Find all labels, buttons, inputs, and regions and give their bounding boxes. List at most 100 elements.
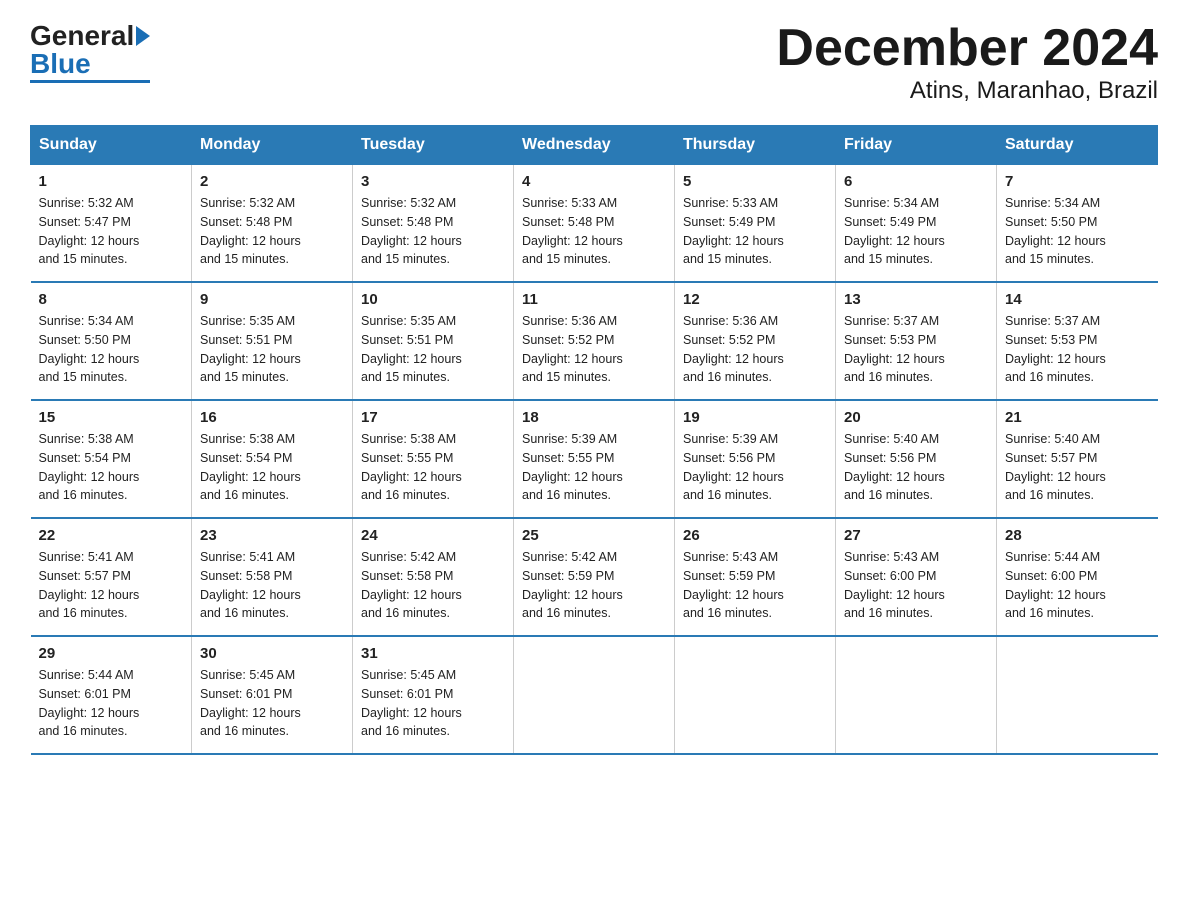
day-info: Sunrise: 5:40 AMSunset: 5:56 PMDaylight:…	[844, 432, 945, 502]
day-number: 31	[361, 645, 505, 662]
day-info: Sunrise: 5:38 AMSunset: 5:54 PMDaylight:…	[39, 432, 140, 502]
logo-arrow-icon	[136, 26, 150, 46]
calendar-table: SundayMondayTuesdayWednesdayThursdayFrid…	[30, 125, 1158, 755]
day-number: 2	[200, 173, 344, 190]
calendar-cell: 12 Sunrise: 5:36 AMSunset: 5:52 PMDaylig…	[675, 282, 836, 400]
day-number: 5	[683, 173, 827, 190]
day-info: Sunrise: 5:36 AMSunset: 5:52 PMDaylight:…	[683, 314, 784, 384]
column-header-sunday: Sunday	[31, 126, 192, 165]
day-info: Sunrise: 5:41 AMSunset: 5:58 PMDaylight:…	[200, 550, 301, 620]
day-number: 8	[39, 291, 184, 308]
calendar-cell: 22 Sunrise: 5:41 AMSunset: 5:57 PMDaylig…	[31, 518, 192, 636]
column-header-friday: Friday	[836, 126, 997, 165]
calendar-title: December 2024	[776, 20, 1158, 77]
calendar-cell: 18 Sunrise: 5:39 AMSunset: 5:55 PMDaylig…	[514, 400, 675, 518]
day-number: 27	[844, 527, 988, 544]
calendar-cell: 4 Sunrise: 5:33 AMSunset: 5:48 PMDayligh…	[514, 165, 675, 283]
calendar-cell: 1 Sunrise: 5:32 AMSunset: 5:47 PMDayligh…	[31, 165, 192, 283]
day-number: 3	[361, 173, 505, 190]
calendar-week-row: 8 Sunrise: 5:34 AMSunset: 5:50 PMDayligh…	[31, 282, 1158, 400]
column-header-tuesday: Tuesday	[353, 126, 514, 165]
day-info: Sunrise: 5:42 AMSunset: 5:59 PMDaylight:…	[522, 550, 623, 620]
day-info: Sunrise: 5:43 AMSunset: 6:00 PMDaylight:…	[844, 550, 945, 620]
calendar-subtitle: Atins, Maranhao, Brazil	[776, 77, 1158, 105]
calendar-cell: 7 Sunrise: 5:34 AMSunset: 5:50 PMDayligh…	[997, 165, 1158, 283]
calendar-cell: 29 Sunrise: 5:44 AMSunset: 6:01 PMDaylig…	[31, 636, 192, 754]
day-number: 16	[200, 409, 344, 426]
day-number: 14	[1005, 291, 1150, 308]
day-info: Sunrise: 5:42 AMSunset: 5:58 PMDaylight:…	[361, 550, 462, 620]
day-number: 1	[39, 173, 184, 190]
day-info: Sunrise: 5:33 AMSunset: 5:48 PMDaylight:…	[522, 196, 623, 266]
day-number: 15	[39, 409, 184, 426]
calendar-cell: 13 Sunrise: 5:37 AMSunset: 5:53 PMDaylig…	[836, 282, 997, 400]
calendar-cell: 3 Sunrise: 5:32 AMSunset: 5:48 PMDayligh…	[353, 165, 514, 283]
calendar-cell: 5 Sunrise: 5:33 AMSunset: 5:49 PMDayligh…	[675, 165, 836, 283]
calendar-cell: 6 Sunrise: 5:34 AMSunset: 5:49 PMDayligh…	[836, 165, 997, 283]
calendar-cell: 27 Sunrise: 5:43 AMSunset: 6:00 PMDaylig…	[836, 518, 997, 636]
calendar-week-row: 15 Sunrise: 5:38 AMSunset: 5:54 PMDaylig…	[31, 400, 1158, 518]
logo-underline	[30, 80, 150, 83]
column-header-monday: Monday	[192, 126, 353, 165]
day-number: 12	[683, 291, 827, 308]
calendar-cell: 23 Sunrise: 5:41 AMSunset: 5:58 PMDaylig…	[192, 518, 353, 636]
day-number: 23	[200, 527, 344, 544]
day-info: Sunrise: 5:35 AMSunset: 5:51 PMDaylight:…	[200, 314, 301, 384]
calendar-cell: 28 Sunrise: 5:44 AMSunset: 6:00 PMDaylig…	[997, 518, 1158, 636]
day-info: Sunrise: 5:38 AMSunset: 5:55 PMDaylight:…	[361, 432, 462, 502]
day-number: 7	[1005, 173, 1150, 190]
day-info: Sunrise: 5:34 AMSunset: 5:50 PMDaylight:…	[39, 314, 140, 384]
day-info: Sunrise: 5:41 AMSunset: 5:57 PMDaylight:…	[39, 550, 140, 620]
day-info: Sunrise: 5:38 AMSunset: 5:54 PMDaylight:…	[200, 432, 301, 502]
day-number: 24	[361, 527, 505, 544]
day-info: Sunrise: 5:37 AMSunset: 5:53 PMDaylight:…	[1005, 314, 1106, 384]
day-info: Sunrise: 5:33 AMSunset: 5:49 PMDaylight:…	[683, 196, 784, 266]
day-number: 18	[522, 409, 666, 426]
calendar-cell: 2 Sunrise: 5:32 AMSunset: 5:48 PMDayligh…	[192, 165, 353, 283]
day-number: 20	[844, 409, 988, 426]
calendar-cell: 25 Sunrise: 5:42 AMSunset: 5:59 PMDaylig…	[514, 518, 675, 636]
calendar-cell: 9 Sunrise: 5:35 AMSunset: 5:51 PMDayligh…	[192, 282, 353, 400]
day-number: 28	[1005, 527, 1150, 544]
calendar-cell: 16 Sunrise: 5:38 AMSunset: 5:54 PMDaylig…	[192, 400, 353, 518]
calendar-cell	[675, 636, 836, 754]
day-number: 13	[844, 291, 988, 308]
day-number: 6	[844, 173, 988, 190]
day-info: Sunrise: 5:36 AMSunset: 5:52 PMDaylight:…	[522, 314, 623, 384]
calendar-cell: 20 Sunrise: 5:40 AMSunset: 5:56 PMDaylig…	[836, 400, 997, 518]
day-info: Sunrise: 5:32 AMSunset: 5:47 PMDaylight:…	[39, 196, 140, 266]
day-info: Sunrise: 5:35 AMSunset: 5:51 PMDaylight:…	[361, 314, 462, 384]
calendar-cell: 26 Sunrise: 5:43 AMSunset: 5:59 PMDaylig…	[675, 518, 836, 636]
day-info: Sunrise: 5:32 AMSunset: 5:48 PMDaylight:…	[361, 196, 462, 266]
calendar-week-row: 1 Sunrise: 5:32 AMSunset: 5:47 PMDayligh…	[31, 165, 1158, 283]
day-info: Sunrise: 5:45 AMSunset: 6:01 PMDaylight:…	[200, 668, 301, 738]
day-number: 22	[39, 527, 184, 544]
calendar-cell: 17 Sunrise: 5:38 AMSunset: 5:55 PMDaylig…	[353, 400, 514, 518]
day-info: Sunrise: 5:44 AMSunset: 6:00 PMDaylight:…	[1005, 550, 1106, 620]
day-number: 29	[39, 645, 184, 662]
calendar-cell	[836, 636, 997, 754]
calendar-cell: 14 Sunrise: 5:37 AMSunset: 5:53 PMDaylig…	[997, 282, 1158, 400]
day-number: 19	[683, 409, 827, 426]
day-number: 25	[522, 527, 666, 544]
logo-blue-text: Blue	[30, 48, 91, 80]
logo: General Blue	[30, 20, 150, 83]
day-number: 9	[200, 291, 344, 308]
day-number: 26	[683, 527, 827, 544]
day-info: Sunrise: 5:34 AMSunset: 5:50 PMDaylight:…	[1005, 196, 1106, 266]
calendar-cell	[997, 636, 1158, 754]
calendar-cell: 10 Sunrise: 5:35 AMSunset: 5:51 PMDaylig…	[353, 282, 514, 400]
day-number: 10	[361, 291, 505, 308]
calendar-cell: 19 Sunrise: 5:39 AMSunset: 5:56 PMDaylig…	[675, 400, 836, 518]
calendar-cell: 31 Sunrise: 5:45 AMSunset: 6:01 PMDaylig…	[353, 636, 514, 754]
day-info: Sunrise: 5:43 AMSunset: 5:59 PMDaylight:…	[683, 550, 784, 620]
day-info: Sunrise: 5:34 AMSunset: 5:49 PMDaylight:…	[844, 196, 945, 266]
page-header: General Blue December 2024 Atins, Maranh…	[30, 20, 1158, 105]
title-block: December 2024 Atins, Maranhao, Brazil	[776, 20, 1158, 105]
day-number: 4	[522, 173, 666, 190]
day-number: 11	[522, 291, 666, 308]
day-number: 30	[200, 645, 344, 662]
calendar-week-row: 29 Sunrise: 5:44 AMSunset: 6:01 PMDaylig…	[31, 636, 1158, 754]
calendar-cell: 21 Sunrise: 5:40 AMSunset: 5:57 PMDaylig…	[997, 400, 1158, 518]
day-info: Sunrise: 5:32 AMSunset: 5:48 PMDaylight:…	[200, 196, 301, 266]
